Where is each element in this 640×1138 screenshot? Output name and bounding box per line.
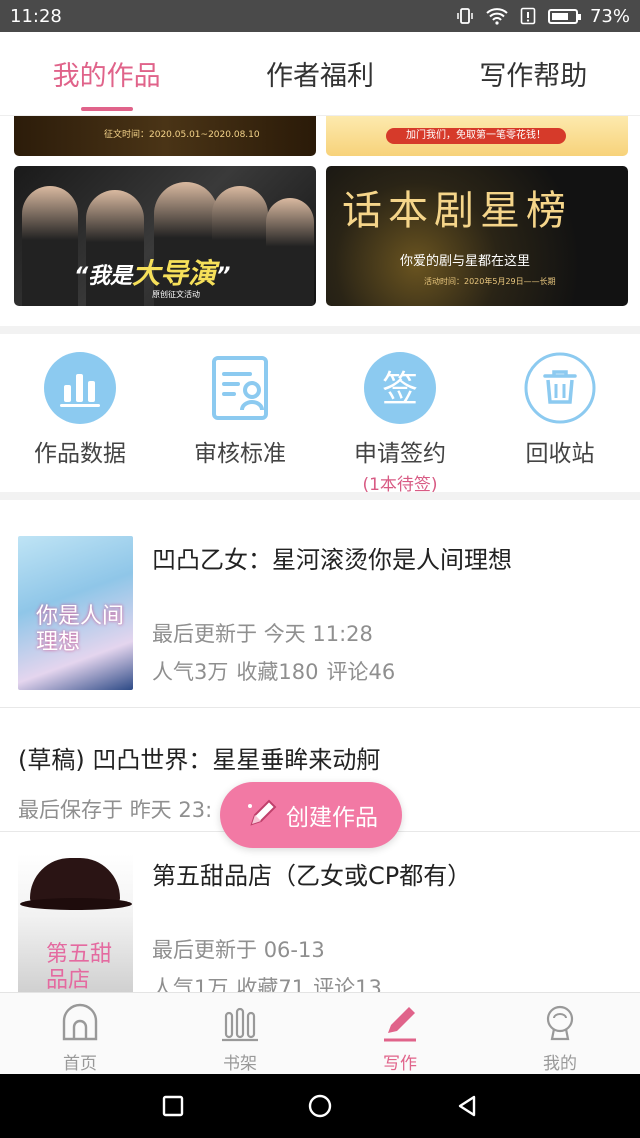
book-cover-title: 你是人间理想 [36,604,125,655]
banner-contest[interactable]: 征文时间：2020.05.01~2020.08.10 [14,116,316,156]
quick-actions: 作品数据 审核标准 签 申请签约 (1本待签) 回收站 [0,334,640,495]
work-updated: 最后更新于 06-13 [152,938,325,962]
bookshelf-icon [218,1001,262,1045]
tab-writing-help[interactable]: 写作帮助 [427,32,640,115]
banner-contest-date: 征文时间：2020.05.01~2020.08.10 [104,130,260,140]
nav-profile[interactable]: 我的 [480,993,640,1074]
status-time: 11:28 [10,5,62,27]
alert-icon [520,7,536,25]
work-stats: 人气3万 收藏180 评论46 [152,660,396,684]
nav-write[interactable]: 写作 [320,993,480,1074]
banner-grid: 征文时间：2020.05.01~2020.08.10 加门我们，免取第一笔零花钱… [0,116,640,326]
home-button-icon[interactable] [307,1093,333,1119]
list-item[interactable]: 你是人间理想 凹凸乙女：星河滚烫你是人间理想 最后更新于 今天 11:28 人气… [0,500,640,708]
section-divider [0,326,640,334]
banner-director[interactable]: “我是大导演” 原创征文活动 [14,166,316,306]
action-review-standard-label: 审核标准 [194,441,286,467]
wifi-icon [486,8,508,25]
cover-hat-brim [20,898,132,910]
create-work-button[interactable]: 创建作品 [220,782,402,848]
nav-home-label: 首页 [63,1054,97,1074]
banner-person [266,198,314,306]
recent-apps-icon[interactable] [161,1094,185,1118]
sign-icon: 签 [364,352,436,424]
section-divider [0,492,640,500]
action-works-data[interactable]: 作品数据 [0,334,160,492]
banner-drama-title: 话本剧星榜 [342,188,572,234]
system-nav-bar [0,1074,640,1138]
battery-percent: 73% [589,5,630,27]
battery-icon [547,8,581,24]
action-apply-sign-label: 申请签约 [354,441,446,467]
banner-drama-sub: 你爱的剧与星都在这里 [400,254,531,269]
status-bar: 11:28 73% [0,0,640,32]
banner-join[interactable]: 加门我们，免取第一笔零花钱！ [326,116,628,156]
banner-person [22,186,78,306]
draft-title: (草稿) 凹凸世界：星星垂眸来动舸 [18,746,381,774]
pencil-icon [378,1001,422,1045]
bottom-nav: 首页 书架 写作 我的 [0,992,640,1074]
back-icon[interactable] [455,1094,479,1118]
action-apply-sign[interactable]: 签 申请签约 (1本待签) [320,334,480,495]
review-doc-icon [204,352,276,424]
banner-drama-stars[interactable]: 话本剧星榜 你爱的剧与星都在这里 活动时间：2020年5月29日——长期 [326,166,628,306]
top-tabs: 我的作品 作者福利 写作帮助 [0,32,640,116]
work-stats: 人气1万 收藏71 评论13 [152,976,382,992]
works-list: 你是人间理想 凹凸乙女：星河滚烫你是人间理想 最后更新于 今天 11:28 人气… [0,500,640,992]
nav-write-label: 写作 [383,1054,417,1074]
draft-saved: 最后保存于 昨天 23: [18,798,213,822]
tab-my-works[interactable]: 我的作品 [0,32,213,115]
banner-drama-date: 活动时间：2020年5月29日——长期 [424,277,556,286]
list-item[interactable]: 第五甜品店 第五甜品店（乙女或CP都有） 最后更新于 06-13 人气1万 收藏7… [0,832,640,992]
action-recycle-bin-label: 回收站 [525,441,595,467]
profile-icon [538,1001,582,1045]
home-icon [58,1001,102,1045]
nav-bookshelf[interactable]: 书架 [160,993,320,1074]
create-work-label: 创建作品 [286,805,378,831]
status-icons: 73% [456,6,630,27]
book-cover: 你是人间理想 [18,536,133,690]
banner-director-title: “我是大导演” [74,257,231,290]
nav-home[interactable]: 首页 [0,993,160,1074]
nav-profile-label: 我的 [543,1054,577,1074]
trash-icon [524,352,596,424]
work-updated: 最后更新于 今天 11:28 [152,622,373,646]
book-cover-title: 第五甜品店 [46,942,113,992]
banner-join-ribbon: 加门我们，免取第一笔零花钱！ [386,128,566,144]
action-recycle-bin[interactable]: 回收站 [480,334,640,492]
action-works-data-label: 作品数据 [34,441,126,467]
work-title: 第五甜品店（乙女或CP都有） [152,862,472,890]
sign-icon-char: 签 [382,369,418,410]
tab-author-benefits[interactable]: 作者福利 [213,32,426,115]
chart-icon [44,352,116,424]
nav-bookshelf-label: 书架 [223,1054,257,1074]
pencil-icon [248,799,277,826]
book-cover: 第五甜品店 [18,854,133,992]
vibrate-icon [457,8,473,24]
action-review-standard[interactable]: 审核标准 [160,334,320,492]
work-title: 凹凸乙女：星河滚烫你是人间理想 [152,546,512,574]
banner-director-sub: 原创征文活动 [152,290,200,299]
